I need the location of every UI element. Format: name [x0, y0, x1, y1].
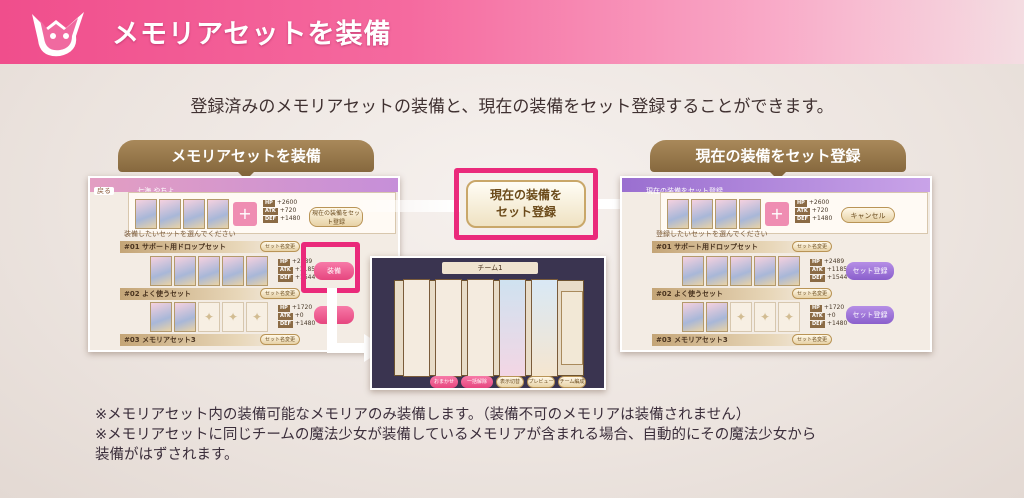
team-slot[interactable] [435, 279, 462, 377]
memoria-card [682, 256, 704, 286]
toggle-view-button[interactable]: 表示切替 [496, 376, 524, 388]
note-line: 装備がはずされます。 [95, 447, 239, 463]
auto-button[interactable]: おまかせ [430, 376, 458, 388]
memoria-card [754, 256, 776, 286]
stats-block: HP +2600 ATK +720 DEF +1480 [795, 199, 833, 223]
rename-set-button[interactable]: セット名変更 [792, 241, 832, 252]
notes: ※メモリアセット内の装備可能なメモリアのみ装備します。（装備不可のメモリアは装備… [95, 406, 816, 466]
team-slot[interactable] [403, 279, 430, 377]
rename-set-button[interactable]: セット名変更 [260, 288, 300, 299]
pink-cat-mascot-icon [32, 12, 84, 57]
arrow-right-line [360, 200, 460, 212]
memoria-card [691, 199, 713, 229]
page-title: メモリアセットを装備 [112, 19, 392, 50]
memoria-card [667, 199, 689, 229]
rename-set-button[interactable]: セット名変更 [792, 334, 832, 345]
section-header: メモリアセットを装備 [0, 0, 1024, 64]
memoria-card [174, 256, 196, 286]
empty-slot: ✦ [198, 302, 220, 332]
note-line: ※メモリアセットに同じチームの魔法少女が装備しているメモリアが含まれる場合、自動… [95, 427, 817, 443]
team-title: チーム1 [442, 262, 538, 274]
label-register-set: 現在の装備をセット登録 [650, 140, 906, 180]
select-prompt: 装備したいセットを選んでください [124, 230, 236, 238]
stats-block: HP +1720 ATK +0 DEF +1480 [810, 304, 848, 328]
memoria-card [198, 256, 220, 286]
memoria-card [174, 302, 196, 332]
support-slot[interactable] [561, 291, 583, 365]
memoria-card [715, 199, 737, 229]
memoria-card [150, 302, 172, 332]
back-button[interactable]: 戻る [94, 187, 114, 195]
stats-block: HP +1720 ATK +0 DEF +1480 [278, 304, 316, 328]
empty-slot: ✦ [246, 302, 268, 332]
intro-text: 登録済みのメモリアセットの装備と、現在の装備をセット登録することができます。 [190, 97, 834, 117]
memoria-card [682, 302, 704, 332]
register-current-equipment-button[interactable]: 現在の装備を セット登録 [466, 180, 586, 228]
preview-button[interactable]: プレビュー [527, 376, 555, 388]
register-set-button[interactable]: セット登録 [846, 306, 894, 324]
memoria-card [246, 256, 268, 286]
empty-slot: ✦ [778, 302, 800, 332]
team-slot[interactable] [467, 279, 494, 377]
rename-set-button[interactable]: セット名変更 [260, 241, 300, 252]
add-memoria-icon[interactable]: + [233, 202, 257, 226]
empty-slot: ✦ [754, 302, 776, 332]
empty-slot: ✦ [222, 302, 244, 332]
select-prompt: 登録したいセットを選んでください [656, 230, 768, 238]
equip-button-highlight [301, 242, 360, 293]
cancel-button[interactable]: キャンセル [841, 207, 895, 223]
memoria-card [135, 199, 157, 229]
rename-set-button[interactable]: セット名変更 [260, 334, 300, 345]
add-memoria-icon[interactable]: + [765, 202, 789, 226]
memoria-card [730, 256, 752, 286]
team-slot[interactable] [531, 279, 558, 377]
memoria-card [183, 199, 205, 229]
stats-block: HP +2600 ATK +720 DEF +1480 [263, 199, 301, 223]
team-formation-button[interactable]: チーム編成 [558, 376, 586, 388]
memoria-card [706, 256, 728, 286]
memoria-card [159, 199, 181, 229]
memoria-card [706, 302, 728, 332]
team-slot[interactable] [499, 279, 526, 377]
memoria-card [150, 256, 172, 286]
team-grid [394, 279, 584, 377]
screenshot-register-set: 現在の装備をセット登録 + HP +2600 ATK +720 DEF +1480 キ… [620, 176, 932, 352]
memoria-card [207, 199, 229, 229]
release-all-button[interactable]: 一括解除 [461, 376, 493, 388]
team-toolbar: おまかせ 一括解除 表示切替 プレビュー チーム編成 [374, 376, 604, 388]
stats-block: HP +2489 ATK +1185 DEF +1544 [810, 258, 848, 282]
memoria-card [778, 256, 800, 286]
note-line: ※メモリアセット内の装備可能なメモリアのみ装備します。（装備不可のメモリアは装備… [95, 407, 751, 423]
register-set-button[interactable]: セット登録 [846, 262, 894, 280]
topbar: 現在の装備をセット登録 [622, 178, 930, 195]
memoria-card [739, 199, 761, 229]
screenshot-team-screen: チーム1 おまかせ 一括解除 表示切替 プレビュー チーム編成 [370, 256, 606, 390]
register-current-button[interactable]: 現在の装備をセット登録 [309, 207, 363, 227]
rename-set-button[interactable]: セット名変更 [792, 288, 832, 299]
label-equip-set: メモリアセットを装備 [118, 140, 374, 180]
topbar: 戻る 七海 やちよ [90, 178, 398, 195]
memoria-card [222, 256, 244, 286]
empty-slot: ✦ [730, 302, 752, 332]
